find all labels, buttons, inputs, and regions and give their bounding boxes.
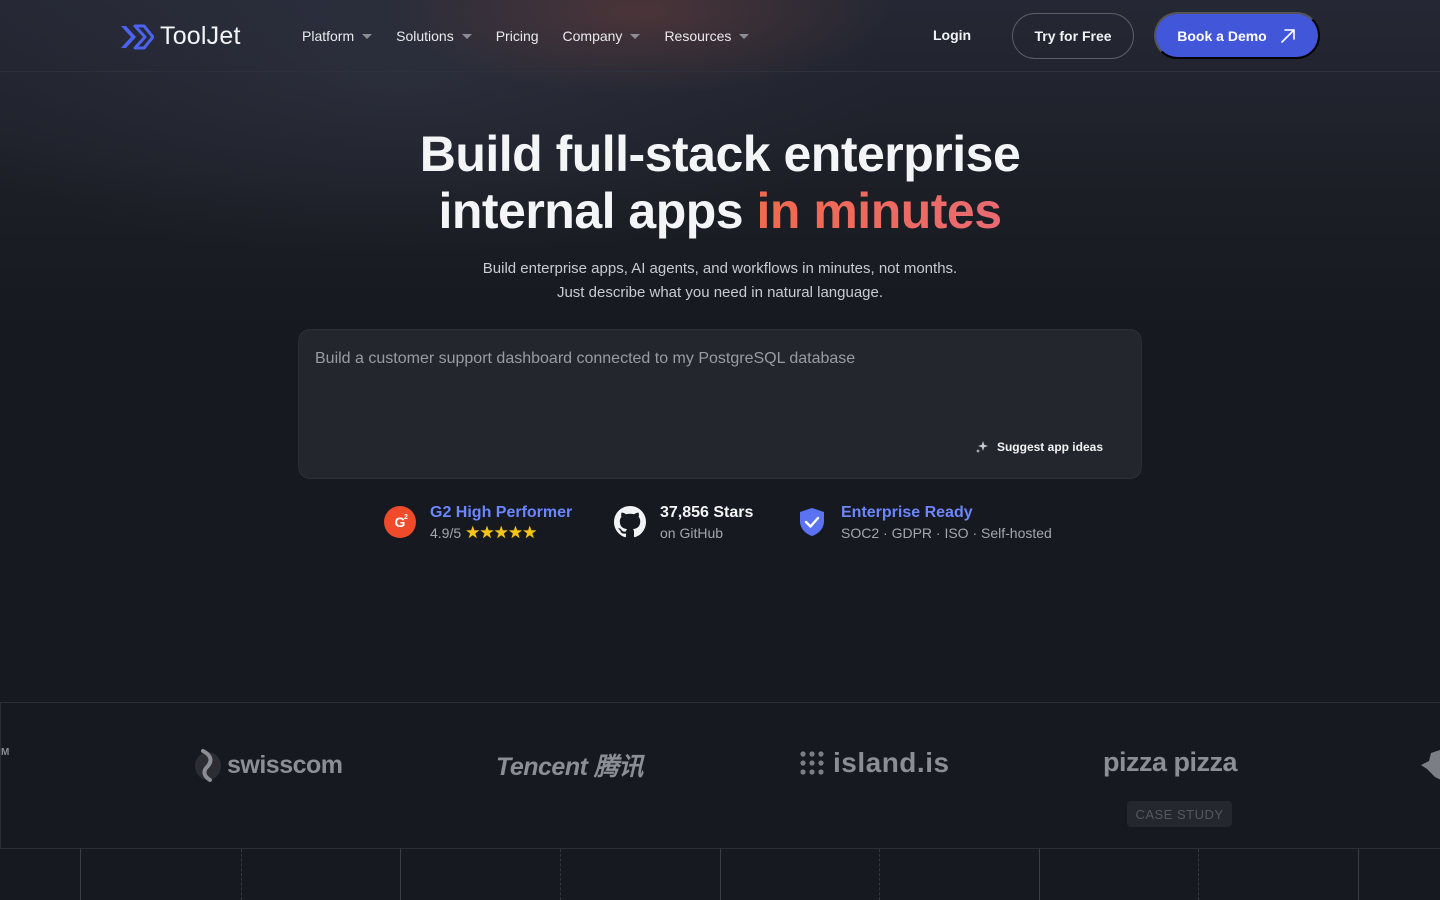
logo-pizza-pizza[interactable]: pizza pizza	[1103, 747, 1238, 778]
suggest-app-ideas-button[interactable]: Suggest app ideas	[975, 440, 1103, 454]
login-link[interactable]: Login	[933, 27, 971, 43]
grid-divider	[241, 849, 242, 900]
enterprise-title: Enterprise Ready	[841, 504, 973, 521]
book-demo-button[interactable]: Book a Demo	[1154, 12, 1320, 59]
logo-text: island.is	[833, 747, 950, 778]
enterprise-badge[interactable]: Enterprise Ready SOC2 · GDPR · ISO · Sel…	[797, 502, 1052, 542]
nav-item-platform[interactable]: Platform	[302, 26, 373, 46]
nav-item-label: Company	[562, 28, 623, 44]
g2-badge[interactable]: G 2 G2 High Performer 4.9/5 ★★★★★	[384, 502, 572, 542]
logo-swisscom[interactable]: swisscom	[193, 747, 343, 783]
chevron-down-icon	[461, 33, 472, 39]
nav-item-company[interactable]: Company	[563, 26, 641, 46]
brand-logo[interactable]: ToolJet	[120, 22, 241, 51]
nav-item-pricing[interactable]: Pricing	[496, 26, 539, 46]
github-icon	[614, 506, 646, 538]
nav-item-label: Resources	[664, 28, 732, 44]
case-study-badge[interactable]: CASE STUDY	[1127, 801, 1232, 827]
hero-heading-line1: Build full-stack enterprise	[419, 126, 1021, 182]
try-for-free-button[interactable]: Try for Free	[1012, 13, 1134, 59]
hero-heading-line2: internal apps	[438, 183, 757, 239]
chevron-down-icon	[362, 33, 373, 39]
enterprise-sub: SOC2 · GDPR · ISO · Self-hosted	[841, 525, 1052, 541]
nav-item-label: Solutions	[396, 28, 454, 44]
dot-grid-icon	[800, 751, 824, 775]
brand-name: ToolJet	[160, 22, 241, 50]
github-sub: on GitHub	[660, 525, 724, 541]
logo-island-is[interactable]: island.is	[799, 747, 950, 779]
app-prompt-box: Suggest app ideas	[298, 329, 1142, 479]
chevron-down-icon	[739, 33, 750, 39]
book-demo-label: Book a Demo	[1177, 27, 1267, 44]
chevron-down-icon	[630, 33, 641, 39]
grid-divider	[400, 849, 401, 900]
shield-check-icon	[800, 508, 824, 536]
arrow-up-right-icon	[1280, 28, 1295, 43]
suggest-label: Suggest app ideas	[996, 440, 1103, 454]
grid-divider	[720, 849, 721, 900]
partial-logo-left: M	[1, 747, 10, 758]
g2-icon: G 2	[384, 506, 416, 538]
partial-logo-right-icon	[1421, 750, 1440, 780]
logo-text: Tencent 腾讯	[496, 753, 643, 781]
decorative-grid	[0, 849, 1440, 900]
nav-item-label: Pricing	[495, 28, 539, 44]
logo-text: pizza pizza	[1103, 747, 1238, 777]
swisscom-mark-icon	[195, 749, 221, 782]
nav-item-solutions[interactable]: Solutions	[396, 26, 472, 46]
g2-rating-row: 4.9/5 ★★★★★	[430, 524, 572, 542]
customer-logos-strip: M swisscom Tencent 腾讯 island.is pizza pi…	[0, 702, 1440, 849]
nav-item-label: Platform	[302, 28, 355, 44]
sparkle-icon	[975, 441, 988, 453]
g2-title: G2 High Performer	[430, 504, 573, 521]
grid-divider	[1198, 849, 1199, 900]
logo-text: swisscom	[227, 750, 343, 779]
hero-heading: Build full-stack enterprise internal app…	[0, 126, 1440, 240]
trust-badges: G 2 G2 High Performer 4.9/5 ★★★★★ 37,856…	[0, 502, 1440, 546]
svg-text:2: 2	[404, 514, 408, 521]
logo-tencent[interactable]: Tencent 腾讯	[496, 747, 643, 783]
grid-divider	[80, 849, 81, 900]
hero-subtitle: Build enterprise apps, AI agents, and wo…	[482, 260, 958, 301]
app-prompt-input[interactable]	[315, 350, 1115, 410]
nav-item-resources[interactable]: Resources	[664, 26, 750, 46]
tooljet-logo-icon	[121, 24, 154, 49]
grid-divider	[1039, 849, 1040, 900]
grid-divider	[560, 849, 561, 900]
hero-heading-accent: in minutes	[756, 183, 1003, 239]
g2-rating: 4.9/5	[430, 525, 462, 541]
grid-divider	[879, 849, 880, 900]
main-menu: Platform Solutions Pricing Company Resou…	[302, 26, 773, 46]
github-stars: 37,856 Stars	[660, 504, 754, 521]
rating-stars: ★★★★★	[465, 523, 537, 542]
github-badge[interactable]: 37,856 Stars on GitHub	[614, 502, 753, 542]
top-navbar: ToolJet Platform Solutions Pricing Compa…	[0, 0, 1440, 72]
grid-divider	[1358, 849, 1359, 900]
